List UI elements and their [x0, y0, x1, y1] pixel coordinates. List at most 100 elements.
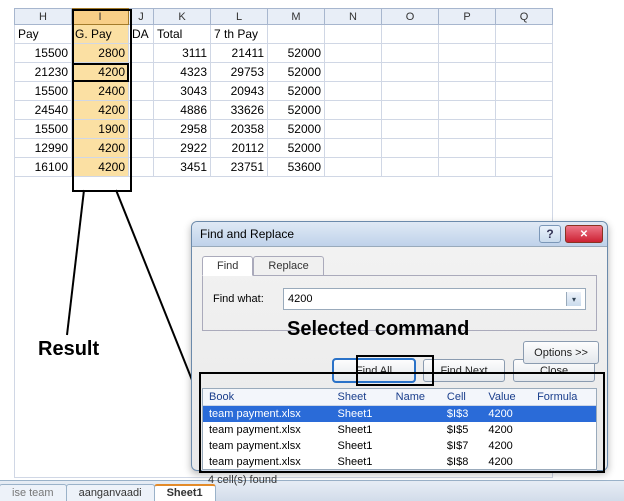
cell[interactable] [325, 101, 382, 120]
cell[interactable] [325, 44, 382, 63]
cell[interactable] [382, 82, 439, 101]
cell[interactable] [496, 139, 553, 158]
cell[interactable] [129, 120, 154, 139]
cell[interactable]: 4200 [72, 139, 129, 158]
cell[interactable] [129, 139, 154, 158]
cell-header-da[interactable]: DA [129, 25, 154, 44]
cell[interactable] [382, 63, 439, 82]
cell[interactable] [129, 63, 154, 82]
cell[interactable] [129, 101, 154, 120]
cell[interactable]: 52000 [268, 120, 325, 139]
cell[interactable] [439, 158, 496, 177]
cell[interactable]: 20112 [211, 139, 268, 158]
results-col-book[interactable]: Book [203, 389, 332, 406]
cell[interactable]: 2800 [72, 44, 129, 63]
col-header-Q[interactable]: Q [496, 9, 553, 25]
cell[interactable] [382, 120, 439, 139]
results-col-sheet[interactable]: Sheet [332, 389, 390, 406]
help-button[interactable]: ? [539, 225, 561, 243]
cell[interactable]: 53600 [268, 158, 325, 177]
cell[interactable]: 21230 [15, 63, 72, 82]
cell[interactable]: 4200 [72, 101, 129, 120]
cell[interactable] [325, 120, 382, 139]
cell[interactable]: 24540 [15, 101, 72, 120]
cell[interactable]: 4886 [154, 101, 211, 120]
cell[interactable]: 21411 [211, 44, 268, 63]
cell[interactable] [129, 82, 154, 101]
col-header-J[interactable]: J [129, 9, 154, 25]
cell[interactable] [129, 44, 154, 63]
cell[interactable]: 15500 [15, 120, 72, 139]
cell[interactable]: 2922 [154, 139, 211, 158]
cell[interactable]: 1900 [72, 120, 129, 139]
cell[interactable]: 2958 [154, 120, 211, 139]
cell[interactable]: 2400 [72, 82, 129, 101]
cell[interactable] [382, 44, 439, 63]
cell-active[interactable]: 4200 [72, 63, 129, 82]
cell[interactable] [129, 158, 154, 177]
cell[interactable]: 12990 [15, 139, 72, 158]
cell[interactable] [496, 44, 553, 63]
cell[interactable]: 52000 [268, 63, 325, 82]
find-what-input[interactable]: 4200 ▾ [283, 288, 586, 310]
cell[interactable] [439, 101, 496, 120]
cell[interactable]: 20358 [211, 120, 268, 139]
cell[interactable] [382, 25, 439, 44]
cell[interactable]: 52000 [268, 139, 325, 158]
cell[interactable] [439, 63, 496, 82]
cell[interactable]: 3451 [154, 158, 211, 177]
result-row[interactable]: team payment.xlsx Sheet1 $I$5 4200 [203, 422, 596, 438]
results-col-cell[interactable]: Cell [441, 389, 482, 406]
close-icon[interactable]: ✕ [565, 225, 603, 243]
cell[interactable] [382, 139, 439, 158]
cell[interactable] [325, 25, 382, 44]
col-header-N[interactable]: N [325, 9, 382, 25]
tab-find[interactable]: Find [202, 256, 253, 276]
col-header-L[interactable]: L [211, 9, 268, 25]
cell[interactable] [325, 139, 382, 158]
cell[interactable]: 33626 [211, 101, 268, 120]
cell[interactable] [496, 120, 553, 139]
cell[interactable] [439, 82, 496, 101]
result-row[interactable]: team payment.xlsx Sheet1 $I$7 4200 [203, 438, 596, 454]
cell-header-7thpay[interactable]: 7 th Pay [211, 25, 268, 44]
cell[interactable] [439, 120, 496, 139]
col-header-K[interactable]: K [154, 9, 211, 25]
results-list[interactable]: Book Sheet Name Cell Value Formula team … [202, 388, 597, 470]
dropdown-icon[interactable]: ▾ [566, 292, 581, 306]
cell[interactable]: 23751 [211, 158, 268, 177]
cell[interactable]: 52000 [268, 82, 325, 101]
result-row[interactable]: team payment.xlsx Sheet1 $I$3 4200 [203, 406, 596, 423]
dialog-titlebar[interactable]: Find and Replace ? ✕ [192, 222, 607, 247]
cell[interactable] [325, 82, 382, 101]
col-header-H[interactable]: H [15, 9, 72, 25]
cell[interactable] [325, 158, 382, 177]
cell[interactable]: 4323 [154, 63, 211, 82]
cell[interactable] [496, 25, 553, 44]
find-next-button[interactable]: Find Next [423, 359, 505, 382]
cell[interactable]: 16100 [15, 158, 72, 177]
cell[interactable] [439, 139, 496, 158]
tab-replace[interactable]: Replace [253, 256, 323, 276]
cell[interactable] [496, 63, 553, 82]
cell[interactable]: 3111 [154, 44, 211, 63]
cell[interactable] [382, 101, 439, 120]
cell-header-pay[interactable]: Pay [15, 25, 72, 44]
cell[interactable] [496, 101, 553, 120]
results-col-formula[interactable]: Formula [531, 389, 596, 406]
sheet-tab[interactable]: ise team [0, 484, 67, 501]
cell[interactable]: 20943 [211, 82, 268, 101]
result-row[interactable]: team payment.xlsx Sheet1 $I$8 4200 [203, 454, 596, 470]
options-button[interactable]: Options >> [523, 341, 599, 364]
cell[interactable] [496, 158, 553, 177]
sheet-tab[interactable]: aanganvaadi [66, 484, 155, 501]
cell[interactable]: 52000 [268, 101, 325, 120]
cell[interactable]: 3043 [154, 82, 211, 101]
cell[interactable]: 4200 [72, 158, 129, 177]
results-col-name[interactable]: Name [390, 389, 441, 406]
cell[interactable]: 15500 [15, 82, 72, 101]
cell[interactable]: 29753 [211, 63, 268, 82]
cell[interactable]: 52000 [268, 44, 325, 63]
cell-header-gpay[interactable]: G. Pay [72, 25, 129, 44]
cell[interactable]: 15500 [15, 44, 72, 63]
